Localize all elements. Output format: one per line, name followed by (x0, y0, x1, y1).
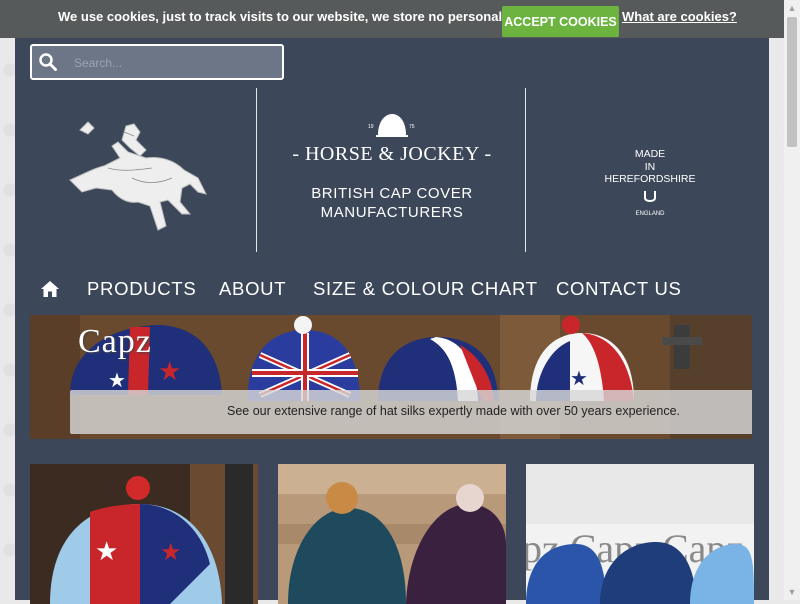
banner-caption-strip: See our extensive range of hat silks exp… (70, 390, 752, 434)
vertical-scrollbar[interactable]: ▲ ▼ (784, 0, 800, 600)
product-card[interactable]: pz Capz Capz (526, 464, 754, 604)
made-line4: ENGLAND (635, 210, 665, 217)
home-icon[interactable] (40, 280, 60, 298)
what-are-cookies-link[interactable]: What are cookies? (622, 9, 737, 24)
cap-year-right: 75 (409, 124, 415, 130)
nav-item-about[interactable]: ABOUT (219, 278, 286, 300)
hero-banner[interactable]: ★ ★ ★ See our extensive range of hat sil… (30, 315, 752, 439)
cookie-message: We use cookies, just to track visits to … (58, 9, 551, 24)
accept-cookies-button[interactable]: ACCEPT COOKIES (502, 6, 619, 37)
product-card[interactable]: ★ ★ (30, 464, 258, 604)
svg-text:★: ★ (160, 539, 182, 566)
made-line2: IN (644, 160, 656, 173)
brand-tagline-line1: BRITISH CAP COVER (311, 185, 473, 202)
product-image (278, 464, 506, 604)
scroll-down-arrow-icon[interactable]: ▼ (784, 584, 800, 600)
search-input[interactable] (72, 51, 276, 75)
scroll-up-arrow-icon[interactable]: ▲ (784, 0, 800, 16)
cookie-bar: We use cookies, just to track visits to … (0, 0, 784, 38)
riding-cap-logo-icon: 19 75 (368, 114, 415, 137)
made-line1: MADE (634, 148, 666, 160)
search-box (30, 44, 284, 80)
svg-text:★: ★ (95, 536, 118, 566)
product-card[interactable] (278, 464, 506, 604)
brand-tagline-line2: MANUFACTURERS (320, 204, 464, 221)
cap-year-left: 19 (368, 124, 374, 130)
nav-item-size-colour-chart[interactable]: SIZE & COLOUR CHART (313, 278, 538, 300)
nav-item-products[interactable]: PRODUCTS (87, 278, 196, 300)
search-icon[interactable] (38, 52, 58, 72)
product-image: pz Capz Capz (526, 464, 754, 604)
svg-text:★: ★ (108, 370, 126, 392)
brand-block: 19 75 - HORSE & JOCKEY - BRITISH CAP COV… (258, 110, 526, 222)
scroll-thumb[interactable] (787, 17, 797, 147)
banner-caption: See our extensive range of hat silks exp… (227, 404, 681, 418)
nav-item-contact-us[interactable]: CONTACT US (556, 278, 682, 300)
product-image: ★ ★ (30, 464, 258, 604)
svg-text:★: ★ (158, 356, 181, 386)
made-line3: HEREFORDSHIRE (604, 173, 696, 185)
header-divider (256, 88, 257, 252)
horse-jockey-logo[interactable] (62, 118, 210, 236)
svg-text:★: ★ (570, 368, 588, 390)
banner-title: Capz (78, 323, 152, 360)
made-in-herefordshire-badge: MADE IN HEREFORDSHIRE ENGLAND (600, 148, 700, 220)
horseshoe-icon (644, 190, 656, 202)
brand-name: - HORSE & JOCKEY - (292, 143, 492, 165)
